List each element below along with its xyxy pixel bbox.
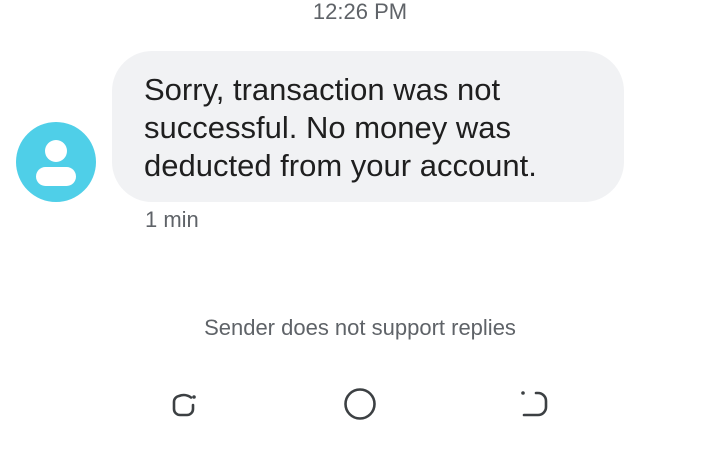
recents-button[interactable] xyxy=(166,384,206,424)
message-time-ago: 1 min xyxy=(145,207,199,232)
message-text: Sorry, transaction was not successful. N… xyxy=(144,72,537,183)
no-replies-notice: Sender does not support replies xyxy=(204,315,516,340)
person-icon xyxy=(36,140,76,186)
system-navigation-bar xyxy=(0,384,720,424)
back-icon xyxy=(521,391,548,417)
message-timestamp: 12:26 PM xyxy=(312,0,408,24)
home-icon xyxy=(344,388,376,420)
back-button[interactable] xyxy=(514,384,554,424)
recents-icon xyxy=(172,393,196,417)
conversation-screen: 12:26 PM Sorry, transaction was not succ… xyxy=(0,0,720,451)
home-button[interactable] xyxy=(340,384,380,424)
sender-avatar[interactable] xyxy=(16,122,96,202)
message-bubble[interactable]: Sorry, transaction was not successful. N… xyxy=(112,51,624,202)
